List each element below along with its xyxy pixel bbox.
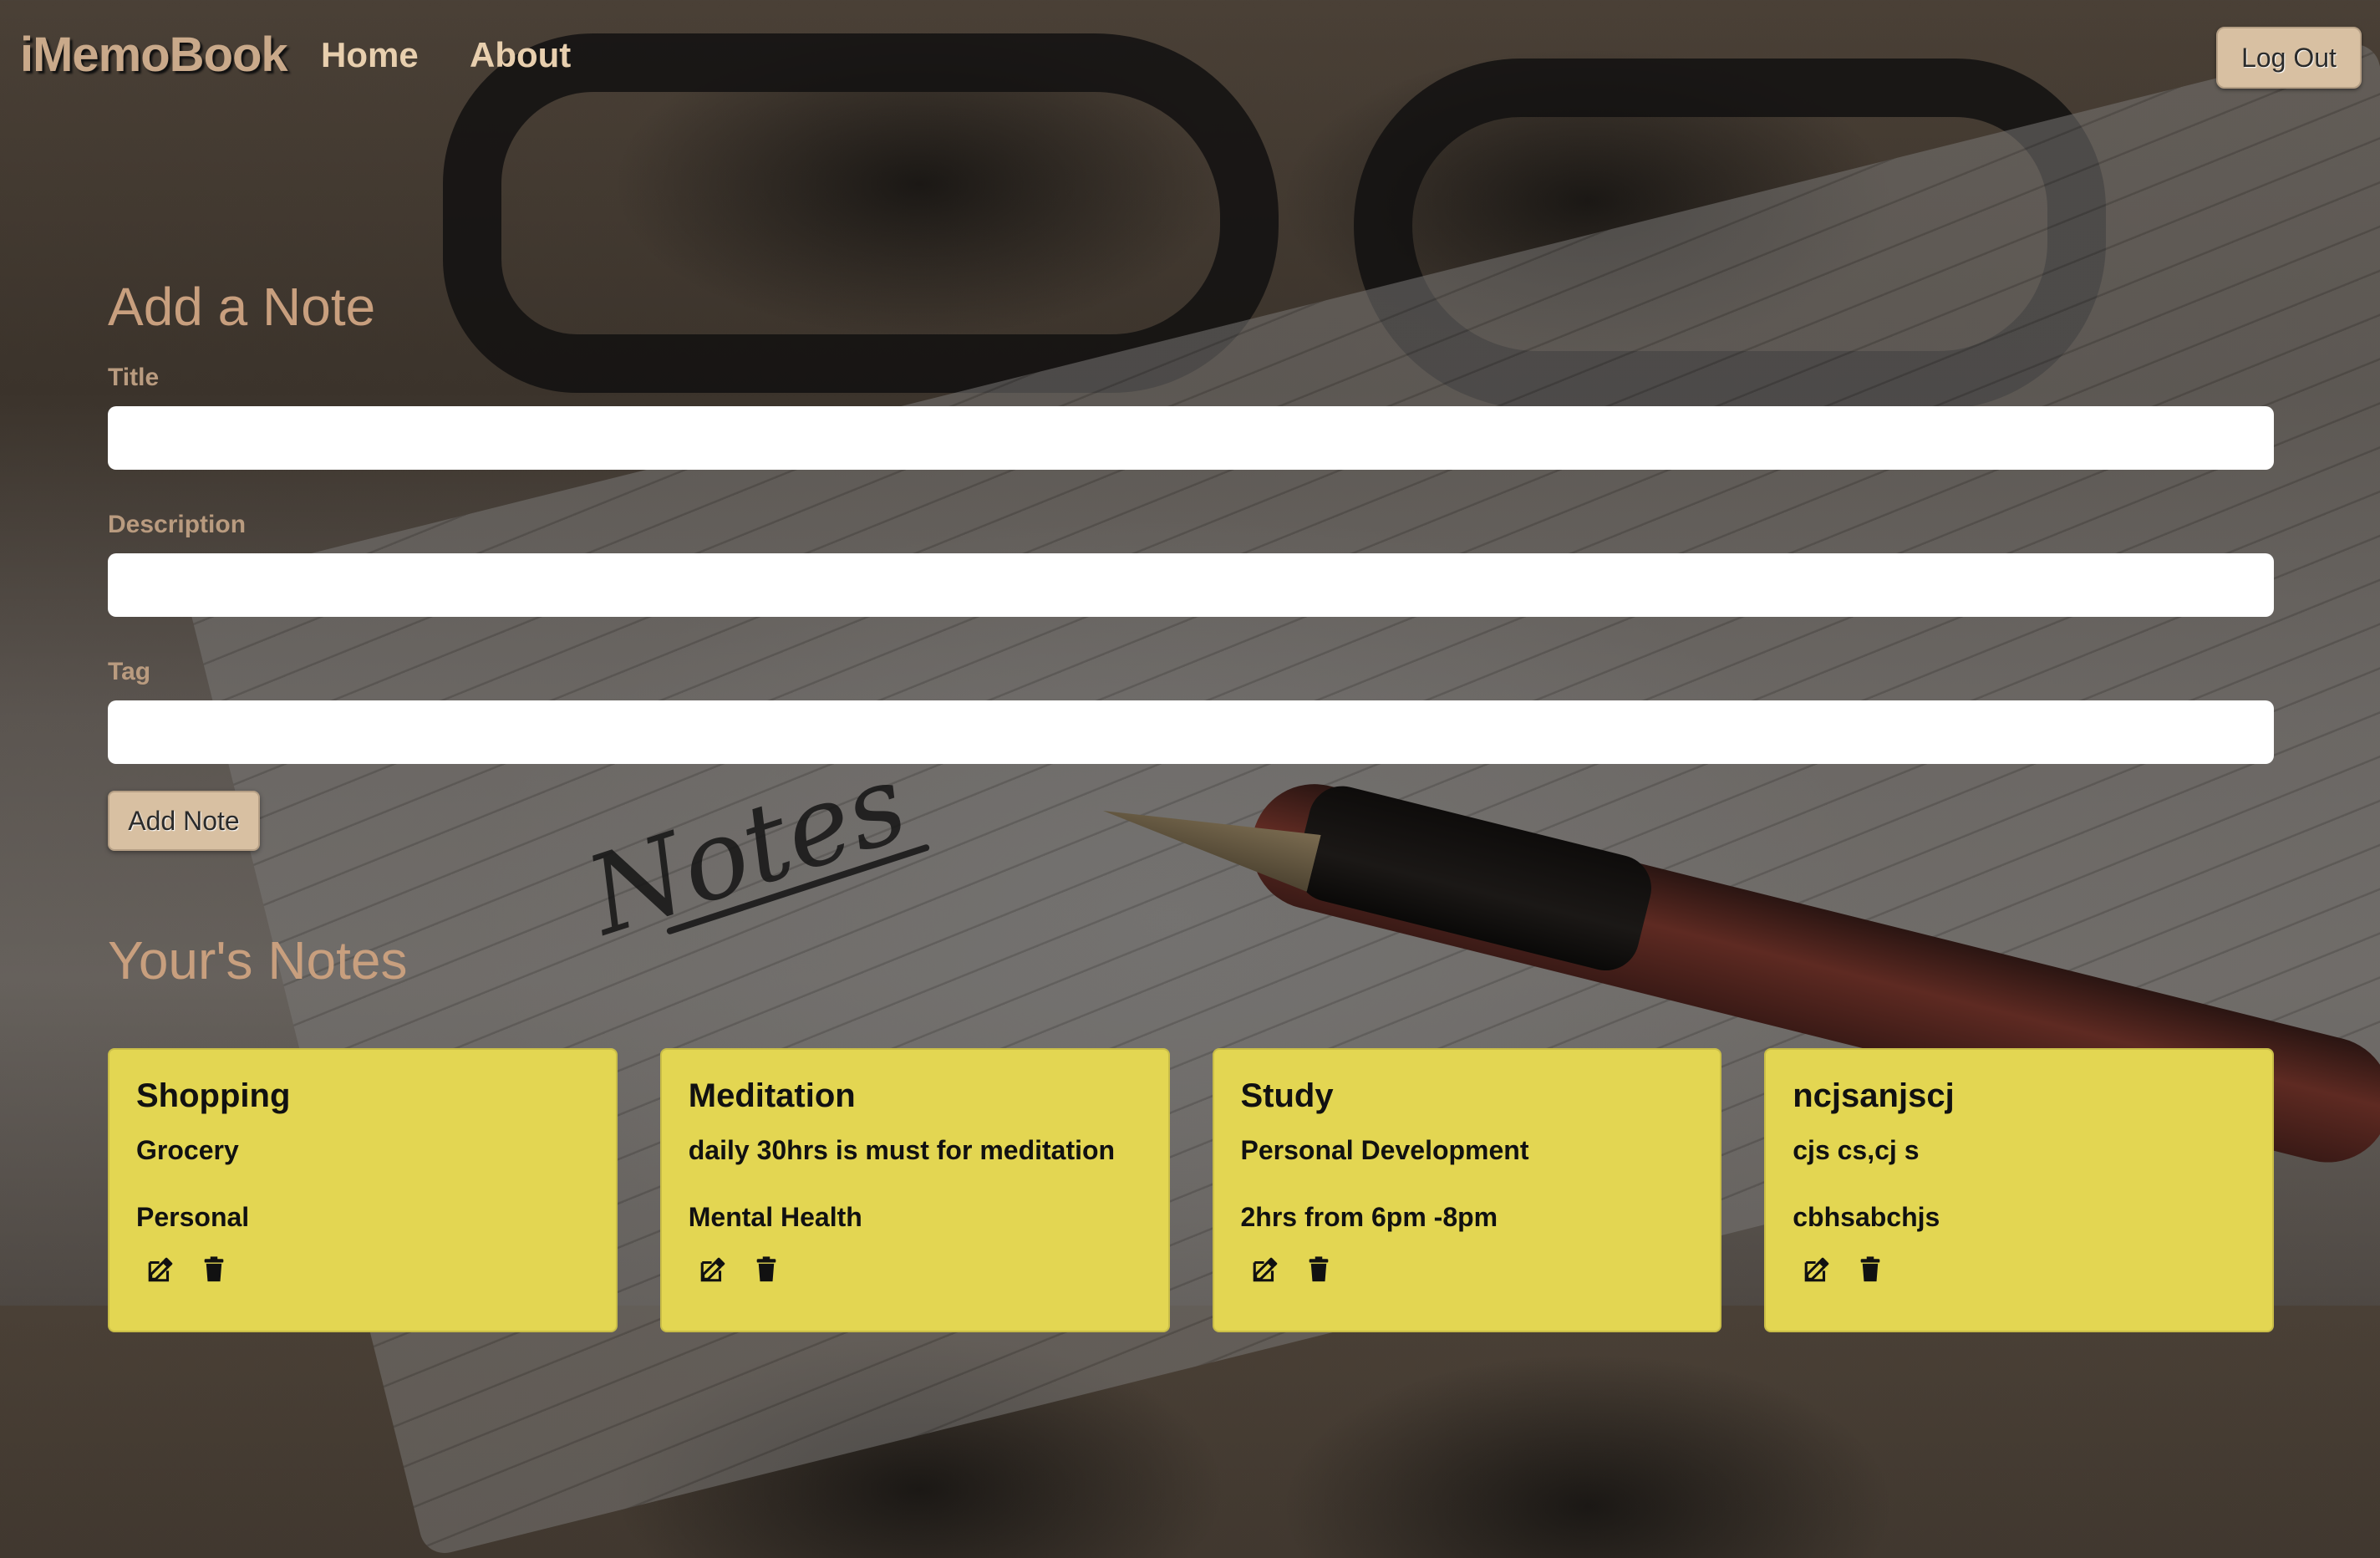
tag-label: Tag: [108, 658, 151, 685]
tag-input[interactable]: [108, 700, 2274, 764]
note-tag: Personal: [136, 1202, 250, 1232]
trash-icon[interactable]: [1856, 1255, 1884, 1284]
note-title: Study: [1240, 1077, 1334, 1114]
add-note-heading: Add a Note: [108, 277, 376, 337]
trash-icon[interactable]: [1304, 1255, 1333, 1284]
note-description: Personal Development: [1240, 1135, 1529, 1165]
edit-icon[interactable]: [1251, 1255, 1279, 1284]
note-description: Grocery: [136, 1135, 239, 1165]
navbar: iMemoBook Home About Log Out: [0, 0, 2380, 117]
note-tag: Mental Health: [688, 1202, 862, 1232]
note-actions: [136, 1255, 589, 1284]
note-actions: [1793, 1255, 2245, 1284]
note-description: daily 30hrs is must for meditation: [688, 1135, 1116, 1165]
description-label: Description: [108, 511, 247, 538]
title-label: Title: [108, 364, 160, 391]
notes-heading: Your's Notes: [108, 930, 408, 990]
logout-button[interactable]: Log Out: [2216, 27, 2362, 89]
title-input[interactable]: [108, 406, 2274, 470]
trash-icon[interactable]: [200, 1255, 228, 1284]
note-title: ncjsanjscj: [1793, 1077, 1955, 1114]
description-input[interactable]: [108, 553, 2274, 617]
note-tag: 2hrs from 6pm -8pm: [1240, 1202, 1498, 1232]
note-card: Study Personal Development 2hrs from 6pm…: [1212, 1048, 1722, 1332]
note-tag: cbhsabchjs: [1793, 1202, 1940, 1232]
note-card: Shopping Grocery Personal: [108, 1048, 618, 1332]
trash-icon[interactable]: [752, 1255, 781, 1284]
note-card: ncjsanjscj cjs cs,cj s cbhsabchjs: [1764, 1048, 2274, 1332]
brand-logo[interactable]: iMemoBook: [20, 27, 288, 83]
note-actions: [1241, 1255, 1694, 1284]
edit-icon[interactable]: [146, 1255, 175, 1284]
edit-icon[interactable]: [1803, 1255, 1831, 1284]
notes-list: Shopping Grocery Personal Meditation dai…: [108, 1048, 2274, 1332]
add-note-button[interactable]: Add Note: [108, 791, 260, 851]
note-card: Meditation daily 30hrs is must for medit…: [659, 1048, 1170, 1332]
nav-link-home[interactable]: Home: [321, 35, 419, 75]
add-note-section: Add a Note Title Description Tag Add Not…: [108, 276, 2274, 991]
note-title: Meditation: [688, 1077, 856, 1114]
edit-icon[interactable]: [699, 1255, 727, 1284]
note-title: Shopping: [136, 1077, 291, 1114]
note-actions: [689, 1255, 1142, 1284]
nav-link-about[interactable]: About: [470, 35, 571, 75]
note-description: cjs cs,cj s: [1793, 1135, 1920, 1165]
